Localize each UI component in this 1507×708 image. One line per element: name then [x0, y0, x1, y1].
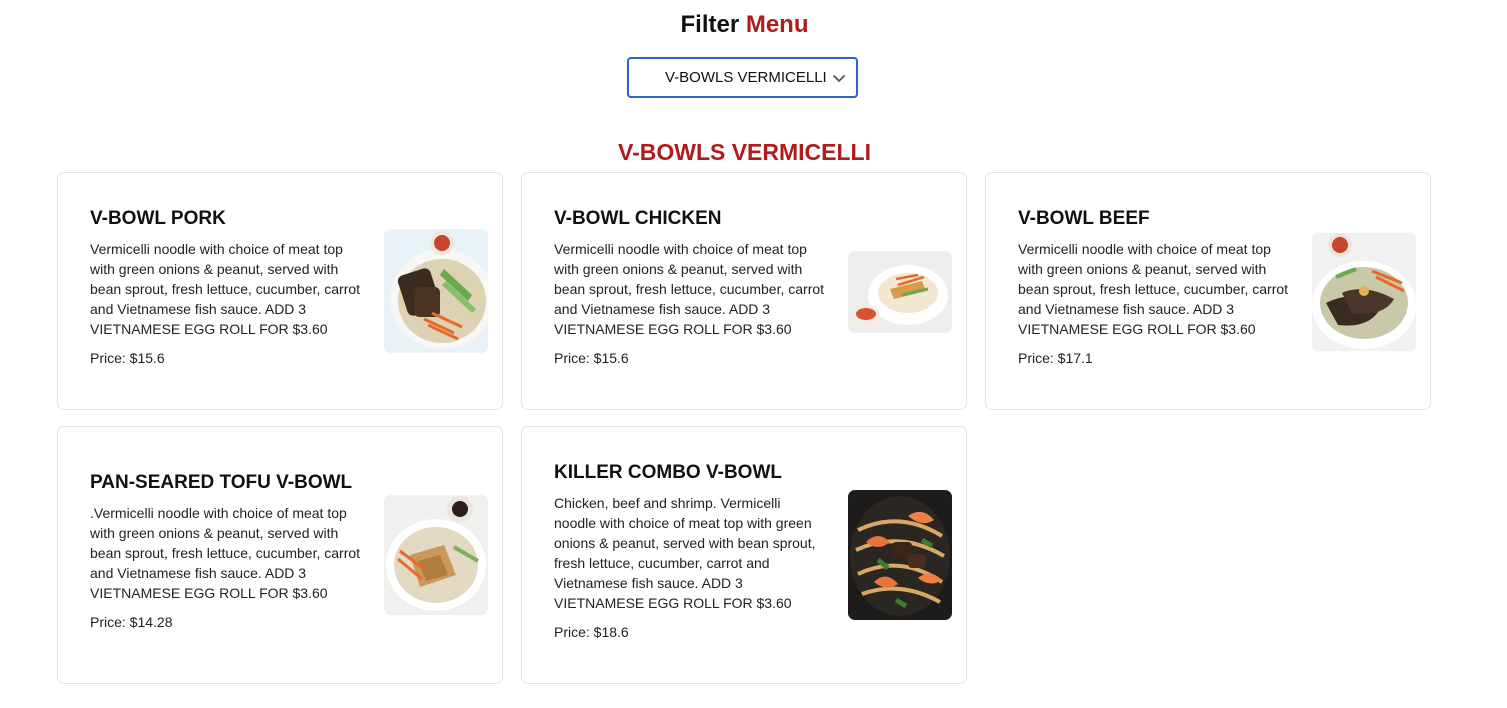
menu-item-card[interactable]: KILLER COMBO V-BOWL Chicken, beef and sh… — [521, 426, 967, 684]
menu-item-name: V-BOWL CHICKEN — [554, 208, 722, 229]
menu-item-price: Price: $15.6 — [554, 350, 629, 366]
tofu-bowl-photo — [384, 495, 488, 615]
menu-item-name: V-BOWL PORK — [90, 208, 226, 229]
menu-item-card[interactable]: V-BOWL BEEF Vermicelli noodle with choic… — [985, 172, 1431, 410]
category-title: V-BOWLS VERMICELLI — [618, 139, 871, 165]
menu-item-card[interactable]: V-BOWL CHICKEN Vermicelli noodle with ch… — [521, 172, 967, 410]
menu-item-name: V-BOWL BEEF — [1018, 208, 1150, 229]
beef-bowl-photo — [1312, 233, 1416, 351]
category-filter-select[interactable]: V-BOWLS VERMICELLI — [627, 57, 858, 98]
menu-item-description: Vermicelli noodle with choice of meat to… — [554, 241, 825, 337]
title-accent: Menu — [745, 11, 809, 38]
chevron-down-icon — [833, 75, 845, 82]
chicken-bowl-photo — [848, 251, 952, 333]
menu-item-price: Price: $14.28 — [90, 614, 173, 630]
menu-item-card[interactable]: V-BOWL PORK Vermicelli noodle with choic… — [57, 172, 503, 410]
menu-item-description: .Vermicelli noodle with choice of meat t… — [90, 505, 361, 601]
page-title: Filter Menu — [0, 10, 1489, 40]
menu-item-price: Price: $18.6 — [554, 624, 629, 640]
category-filter-value: V-BOWLS VERMICELLI — [665, 69, 827, 86]
menu-item-price: Price: $15.6 — [90, 350, 165, 366]
menu-item-description: Vermicelli noodle with choice of meat to… — [90, 241, 361, 337]
combo-bowl-photo — [848, 490, 952, 620]
menu-item-name: KILLER COMBO V-BOWL — [554, 462, 782, 483]
menu-item-name: PAN-SEARED TOFU V-BOWL — [90, 472, 353, 493]
title-prefix: Filter — [680, 11, 740, 38]
menu-item-description: Vermicelli noodle with choice of meat to… — [1018, 241, 1289, 337]
pork-bowl-photo — [384, 229, 488, 353]
menu-item-card[interactable]: PAN-SEARED TOFU V-BOWL .Vermicelli noodl… — [57, 426, 503, 684]
menu-item-price: Price: $17.1 — [1018, 350, 1093, 366]
menu-item-description: Chicken, beef and shrimp. Vermicelli noo… — [554, 495, 816, 611]
